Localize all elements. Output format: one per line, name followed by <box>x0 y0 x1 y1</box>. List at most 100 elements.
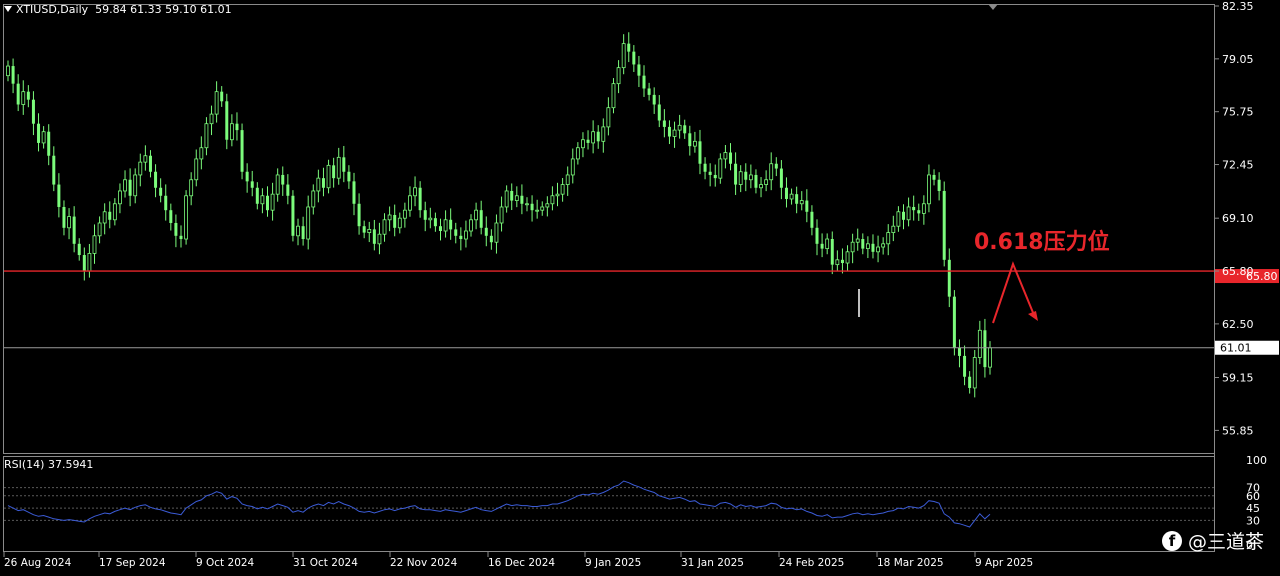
candle-body <box>235 123 239 131</box>
candle-body <box>52 155 56 185</box>
watermark: f @三道茶 <box>1161 527 1264 554</box>
candle-body <box>26 91 30 100</box>
candle-body <box>606 107 611 128</box>
candle-body <box>713 174 717 179</box>
candle-body <box>586 139 590 143</box>
candle-body <box>972 357 977 389</box>
chart-shift-marker[interactable] <box>988 4 998 10</box>
candle-body <box>616 67 621 85</box>
candle-body <box>504 190 509 208</box>
candle-body <box>611 83 616 109</box>
candle-body <box>408 195 412 211</box>
candle-body <box>41 131 46 144</box>
candle-body <box>535 209 540 212</box>
candle-body <box>260 195 265 205</box>
price-tick-label: 72.45 <box>1222 159 1254 172</box>
candle-body <box>912 206 916 211</box>
candle-body <box>540 206 545 211</box>
candle-body <box>321 178 325 188</box>
candle-body <box>138 161 143 176</box>
date-tick-label: 26 Aug 2024 <box>4 557 72 569</box>
candle-body <box>947 259 951 297</box>
candle-body <box>449 219 453 230</box>
candle-body <box>632 51 636 65</box>
candle-body <box>31 99 35 124</box>
candle-body <box>845 251 850 264</box>
candle-body <box>591 131 596 144</box>
candle-body <box>265 195 269 211</box>
candle-body <box>983 330 987 368</box>
candle-body <box>357 203 361 227</box>
candle-body <box>662 120 666 127</box>
candle-body <box>11 66 15 84</box>
date-tick-label: 31 Oct 2024 <box>293 557 358 569</box>
candle-body <box>454 229 458 236</box>
candle-body <box>688 133 692 147</box>
candle-body <box>810 211 814 228</box>
candle-body <box>545 203 550 208</box>
price-tick-label: 69.10 <box>1222 212 1254 225</box>
candle-body <box>428 217 433 221</box>
current-price-tag: 61.01 <box>1215 340 1279 355</box>
candle-body <box>865 243 870 250</box>
candle-body <box>555 193 560 197</box>
candle-body <box>510 190 514 201</box>
price-tick-label: 75.75 <box>1222 106 1254 119</box>
date-tick-label: 16 Dec 2024 <box>488 557 555 569</box>
candle-body <box>942 190 946 260</box>
candle-body <box>932 174 936 180</box>
candle-body <box>194 158 199 181</box>
candle-body <box>179 235 183 240</box>
candle-body <box>347 171 351 182</box>
candle-body <box>464 230 468 240</box>
candle-body <box>530 203 534 211</box>
trading-chart[interactable]: 65.80 61.01 82.35 79.05 75.75 72.45 69.10 65.… <box>0 0 1280 576</box>
rsi-tick-label: 100 <box>1246 454 1267 467</box>
candle-body <box>255 187 259 204</box>
candle-body <box>72 216 76 244</box>
candle-body <box>311 190 316 208</box>
candle-body <box>489 235 493 243</box>
candle-body <box>799 200 804 205</box>
candle-body <box>596 131 600 142</box>
candle-body <box>779 168 783 188</box>
candle-body <box>815 227 819 244</box>
candle-body <box>291 195 295 236</box>
candle-body <box>306 206 311 240</box>
rsi-panel-frame <box>3 456 1215 552</box>
date-tick-label: 17 Sep 2024 <box>99 557 166 569</box>
candle-body <box>881 243 886 248</box>
candle-body <box>708 171 712 175</box>
candles <box>6 32 992 398</box>
date-tick-label: 22 Nov 2024 <box>390 557 458 569</box>
candle-body <box>525 203 529 206</box>
resistance-annotation: 0.618压力位 <box>974 230 1110 255</box>
candle-body <box>637 64 641 76</box>
candle-body <box>21 91 26 105</box>
ohlc-values: 59.84 61.33 59.10 61.01 <box>95 3 232 16</box>
candle-body <box>550 195 555 205</box>
candle-body <box>738 171 743 185</box>
triangle-down-icon[interactable] <box>4 6 12 12</box>
candle-body <box>891 225 896 234</box>
symbol-name: XTIUSD,Daily <box>16 3 89 16</box>
candle-body <box>484 227 488 236</box>
candle-body <box>652 94 656 105</box>
candle-body <box>642 75 646 89</box>
candle-body <box>784 187 788 199</box>
candle-body <box>102 211 107 224</box>
candle-body <box>82 255 86 272</box>
candle-body <box>683 125 687 134</box>
candle-body <box>764 179 769 185</box>
price-tick-label: 79.05 <box>1222 53 1254 66</box>
candle-body <box>397 217 402 229</box>
date-tick-label: 9 Apr 2025 <box>975 557 1033 569</box>
candle-body <box>169 210 173 223</box>
candle-body <box>286 184 290 196</box>
candle-body <box>423 210 427 220</box>
date-tick-label: 18 Mar 2025 <box>877 557 944 569</box>
candle-body <box>209 113 214 125</box>
candle-body <box>759 184 763 189</box>
candle-body <box>270 193 275 211</box>
candle-body <box>316 177 321 192</box>
